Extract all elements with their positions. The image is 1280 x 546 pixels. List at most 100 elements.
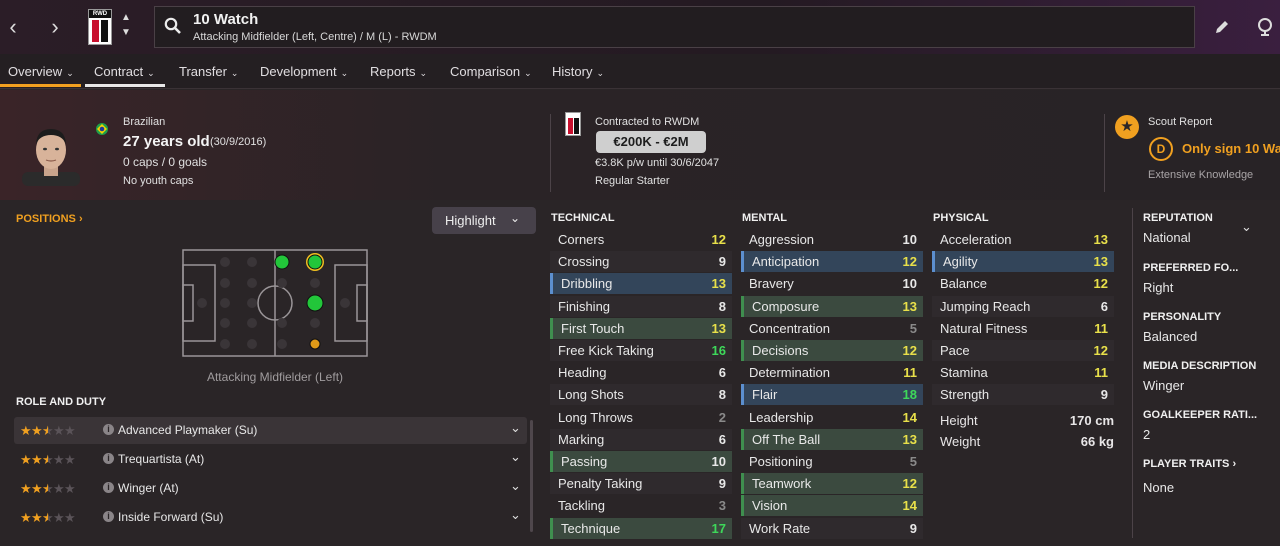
back-arrow-icon[interactable]: ‹ [2,14,24,40]
star-icon: ★ [20,423,32,438]
attribute-row-natural-fitness[interactable]: Natural Fitness 11 [932,318,1114,339]
scout-recommendation[interactable]: Only sign 10 Wat [1182,141,1280,156]
attribute-name: Strength [940,387,990,403]
contracted-to: Contracted to RWDM [595,116,700,128]
attribute-row-decisions[interactable]: Decisions 12 [741,340,923,361]
star-icon: ★ [53,423,65,438]
scout-report-title: Scout Report [1148,116,1213,128]
attribute-row-jumping-reach[interactable]: Jumping Reach 6 [932,295,1114,317]
attribute-row-agility[interactable]: Agility 13 [932,251,1114,273]
role-row[interactable]: ★ ★ ★ ★ ★ i Winger (At) ⌄ [14,475,527,502]
attribute-row-composure[interactable]: Composure 13 [741,295,923,317]
chevron-down-icon[interactable]: ⌄ [1241,219,1252,235]
attribute-row-vision[interactable]: Vision 14 [741,495,923,517]
attribute-name: Determination [749,365,830,381]
divider [1104,114,1105,192]
highlight-dropdown[interactable]: Highlight ⌄ [432,207,536,234]
attribute-row-free-kick-taking[interactable]: Free Kick Taking 16 [550,340,732,361]
chevron-down-icon[interactable]: ⌄ [510,478,521,494]
attribute-row-acceleration[interactable]: Acceleration 13 [932,229,1114,250]
attribute-row-corners[interactable]: Corners 12 [550,229,732,250]
attribute-value: 10 [902,232,917,247]
attribute-row-anticipation[interactable]: Anticipation 12 [741,251,923,273]
attribute-row-stamina[interactable]: Stamina 11 [932,362,1114,383]
info-icon[interactable]: i [103,424,114,435]
attribute-row-heading[interactable]: Heading 6 [550,362,732,383]
attribute-row-bravery[interactable]: Bravery 10 [741,273,923,294]
tab-reports[interactable]: Reports ⌄ [370,64,427,79]
chevron-down-icon[interactable]: ⌄ [510,449,521,465]
attribute-row-long-shots[interactable]: Long Shots 8 [550,384,732,406]
forward-arrow-icon[interactable]: › [44,14,66,40]
preferred-foot-label: PREFERRED FO... [1143,262,1239,274]
attribute-row-work-rate[interactable]: Work Rate 9 [741,517,923,539]
attribute-row-finishing[interactable]: Finishing 8 [550,295,732,317]
star-icon: ★ [53,452,65,467]
scrollbar[interactable] [530,420,533,532]
physical-title: PHYSICAL [933,212,989,224]
role-row[interactable]: ★ ★ ★ ★ ★ i Trequartista (At) ⌄ [14,446,527,473]
attribute-value: 13 [711,320,726,336]
attribute-row-pace[interactable]: Pace 12 [932,340,1114,361]
attribute-name: First Touch [561,320,625,336]
info-icon[interactable]: i [103,482,114,493]
player-search-box[interactable]: 10 Watch Attacking Midfielder (Left, Cen… [154,6,1195,48]
attribute-row-crossing[interactable]: Crossing 9 [550,251,732,273]
tab-bar: Overview ⌄ Contract ⌄ Transfer ⌄ Developmen… [0,54,1280,89]
attribute-name: Vision [752,498,788,514]
attribute-row-determination[interactable]: Determination 11 [741,362,923,383]
tab-comparison[interactable]: Comparison ⌄ [450,64,532,79]
club-badge-icon[interactable]: RWD [88,9,112,45]
attribute-row-first-touch[interactable]: First Touch 13 [550,317,732,339]
attribute-row-leadership[interactable]: Leadership 14 [741,407,923,428]
star-icon: ★ [20,452,32,467]
tab-transfer[interactable]: Transfer ⌄ [179,64,238,79]
attribute-row-positioning[interactable]: Positioning 5 [741,451,923,472]
tab-development[interactable]: Development ⌄ [260,64,348,79]
chevron-down-icon: ⌄ [524,68,532,78]
role-row[interactable]: ★ ★ ★ ★ ★ i Advanced Playmaker (Su) ⌄ [14,417,527,444]
attribute-value: 9 [1100,387,1108,403]
chevron-down-icon[interactable]: ▼ [121,27,131,39]
positions-link[interactable]: POSITIONS › [16,213,83,225]
edit-pencil-icon[interactable] [1214,19,1230,35]
attribute-row-dribbling[interactable]: Dribbling 13 [550,273,732,295]
attribute-name: Aggression [749,232,815,247]
tab-overview[interactable]: Overview ⌄ [8,64,74,79]
attribute-row-technique[interactable]: Technique 17 [550,517,732,539]
attribute-row-balance[interactable]: Balance 12 [932,273,1114,294]
attribute-row-penalty-taking[interactable]: Penalty Taking 9 [550,473,732,495]
attribute-row-tackling[interactable]: Tackling 3 [550,495,732,516]
attribute-row-long-throws[interactable]: Long Throws 2 [550,407,732,428]
attribute-row-marking[interactable]: Marking 6 [550,428,732,450]
international-caps: 0 caps / 0 goals [123,155,208,169]
tab-history[interactable]: History ⌄ [552,64,604,79]
player-traits-link[interactable]: PLAYER TRAITS › [1143,458,1236,470]
role-row[interactable]: ★ ★ ★ ★ ★ i Inside Forward (Su) ⌄ [14,504,527,531]
attribute-row-strength[interactable]: Strength 9 [932,384,1114,406]
attribute-row-off-the-ball[interactable]: Off The Ball 13 [741,428,923,450]
chevron-down-icon: ⌄ [596,68,604,78]
attribute-name: Long Shots [558,387,624,403]
transfer-value-badge[interactable]: €200K - €2M [596,131,706,153]
info-icon[interactable]: i [103,511,114,522]
globe-icon[interactable] [1255,16,1275,36]
chevron-down-icon[interactable]: ⌄ [510,507,521,523]
attribute-row-flair[interactable]: Flair 18 [741,384,923,406]
attribute-name: Agility [943,254,978,270]
chevron-up-icon[interactable]: ▲ [121,12,131,24]
hover-tab-indicator [85,84,165,87]
info-icon[interactable]: i [103,453,114,464]
attribute-value: 5 [909,320,917,336]
attribute-name: Natural Fitness [940,320,1028,336]
attribute-name: Composure [752,298,820,314]
attribute-row-concentration[interactable]: Concentration 5 [741,318,923,339]
attribute-row-teamwork[interactable]: Teamwork 12 [741,473,923,495]
attribute-row-passing[interactable]: Passing 10 [550,451,732,472]
tab-contract[interactable]: Contract ⌄ [94,64,155,79]
attribute-row-aggression[interactable]: Aggression 10 [741,229,923,250]
chevron-down-icon[interactable]: ⌄ [510,420,521,436]
attribute-name: Flair [752,387,778,403]
chevron-down-icon: ⌄ [66,68,74,78]
role-name: Inside Forward (Su) [118,510,224,524]
